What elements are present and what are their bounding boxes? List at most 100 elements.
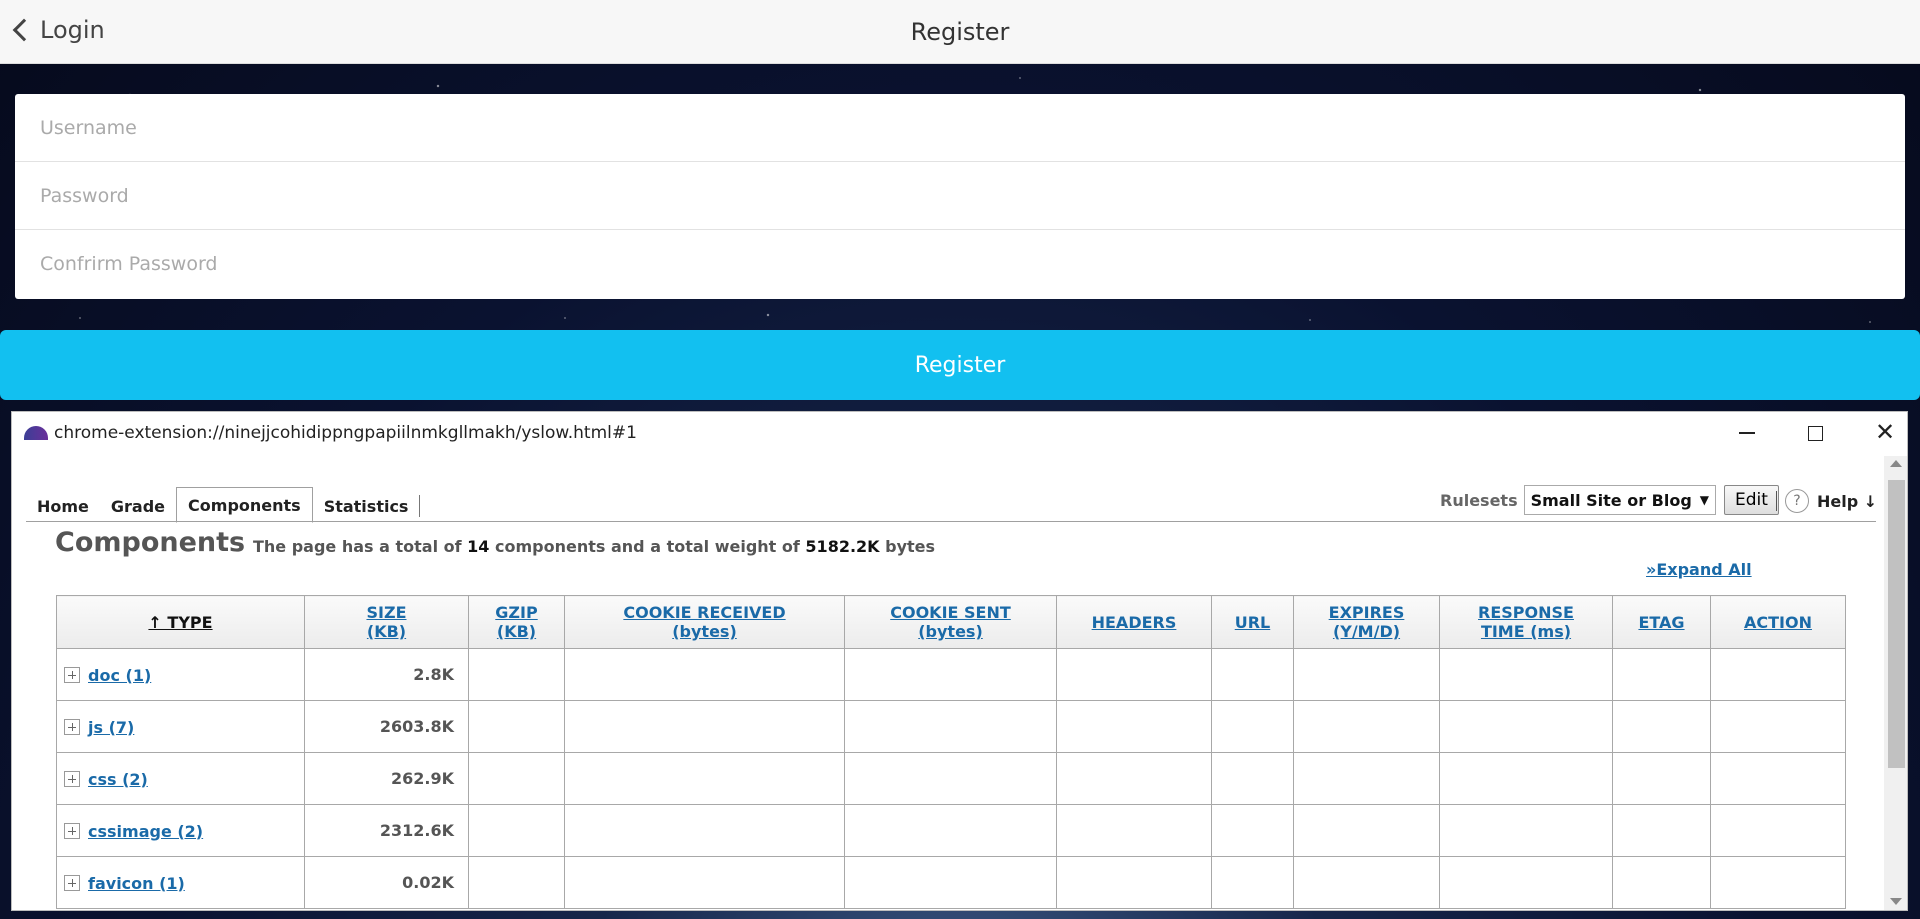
confirm-password-row [15, 230, 1905, 298]
empty-cell [564, 804, 845, 857]
type-link[interactable]: favicon (1) [88, 874, 185, 893]
empty-cell [1056, 700, 1212, 753]
type-cell: css (2) [56, 752, 305, 805]
page-title: Register [910, 18, 1010, 46]
empty-cell [1439, 856, 1613, 909]
empty-cell [1211, 700, 1294, 753]
tab-statistics[interactable]: Statistics [313, 495, 421, 517]
empty-cell [468, 752, 565, 805]
expand-plus-icon[interactable] [64, 667, 80, 683]
summary-count: 14 [467, 537, 490, 556]
empty-cell [1211, 648, 1294, 701]
col-expires[interactable]: EXPIRES (Y/M/D) [1293, 595, 1440, 649]
empty-cell [1439, 752, 1613, 805]
empty-cell [1293, 700, 1440, 753]
empty-cell [468, 804, 565, 857]
col-gzip[interactable]: GZIP (KB) [468, 595, 565, 649]
col-etag[interactable]: ETAG [1612, 595, 1711, 649]
nav-bar: Login Register [0, 0, 1920, 64]
empty-cell [1612, 804, 1711, 857]
empty-cell [564, 752, 845, 805]
yslow-logo-icon [24, 426, 48, 440]
summary-prefix: The page has a total of [253, 537, 462, 556]
empty-cell [1056, 856, 1212, 909]
expand-all-link[interactable]: »Expand All [1646, 560, 1752, 579]
help-link[interactable]: Help ↓ [1817, 492, 1877, 511]
ruleset-select[interactable]: Small Site or Blog ▼ [1523, 485, 1717, 515]
help-divider [1776, 491, 1777, 511]
table-row: favicon (1) 0.02K [56, 856, 1846, 909]
expand-plus-icon[interactable] [64, 875, 80, 891]
col-response-time[interactable]: RESPONSE TIME (ms) [1439, 595, 1613, 649]
tab-grade[interactable]: Grade [100, 490, 176, 522]
empty-cell [1710, 856, 1846, 909]
empty-cell [844, 752, 1057, 805]
scroll-up-icon[interactable] [1890, 460, 1902, 467]
help-area: ? Help ↓ [1776, 486, 1877, 516]
question-icon[interactable]: ? [1785, 489, 1809, 513]
close-icon: ✕ [1874, 419, 1896, 446]
size-cell: 2603.8K [304, 700, 469, 753]
ruleset-selected: Small Site or Blog [1530, 490, 1692, 510]
edit-button[interactable]: Edit [1724, 485, 1779, 515]
empty-cell [844, 856, 1057, 909]
empty-cell [1211, 804, 1294, 857]
type-link[interactable]: cssimage (2) [88, 822, 203, 841]
col-headers[interactable]: HEADERS [1056, 595, 1212, 649]
username-row [15, 94, 1905, 162]
empty-cell [1293, 648, 1440, 701]
minimize-icon [1739, 432, 1755, 434]
type-cell: cssimage (2) [56, 804, 305, 857]
col-action[interactable]: ACTION [1710, 595, 1846, 649]
register-button[interactable]: Register [0, 330, 1920, 400]
expand-plus-icon[interactable] [64, 771, 80, 787]
summary-suffix: bytes [885, 537, 936, 556]
expand-plus-icon[interactable] [64, 823, 80, 839]
empty-cell [1056, 648, 1212, 701]
expand-plus-icon[interactable] [64, 719, 80, 735]
summary-middle: components and a total weight of [495, 537, 800, 556]
table-row: css (2) 262.9K [56, 752, 1846, 805]
tab-components[interactable]: Components [176, 487, 313, 523]
summary-weight: 5182.2K [805, 537, 880, 556]
empty-cell [1612, 648, 1711, 701]
type-link[interactable]: doc (1) [88, 666, 151, 685]
col-size[interactable]: SIZE (KB) [304, 595, 469, 649]
type-cell: favicon (1) [56, 856, 305, 909]
empty-cell [1293, 804, 1440, 857]
username-input[interactable] [40, 116, 1905, 139]
scroll-down-icon[interactable] [1890, 898, 1902, 905]
type-link[interactable]: css (2) [88, 770, 148, 789]
empty-cell [1710, 700, 1846, 753]
scroll-thumb[interactable] [1888, 480, 1905, 768]
col-url[interactable]: URL [1211, 595, 1294, 649]
empty-cell [564, 856, 845, 909]
empty-cell [1439, 700, 1613, 753]
type-link[interactable]: js (7) [88, 718, 134, 737]
col-type[interactable]: ↑ TYPE [56, 595, 305, 649]
maximize-button[interactable] [1780, 412, 1850, 454]
empty-cell [844, 804, 1057, 857]
confirm-password-input[interactable] [40, 253, 1905, 275]
empty-cell [1439, 648, 1613, 701]
password-input[interactable] [40, 184, 1905, 207]
empty-cell [1211, 856, 1294, 909]
empty-cell [844, 648, 1057, 701]
empty-cell [844, 700, 1057, 753]
size-cell: 2312.6K [304, 804, 469, 857]
close-button[interactable]: ✕ [1850, 412, 1907, 454]
ruleset-controls: Rulesets Small Site or Blog ▼ Edit [1440, 485, 1779, 515]
scrollbar[interactable] [1884, 456, 1907, 910]
size-cell: 2.8K [304, 648, 469, 701]
table-row: js (7) 2603.8K [56, 700, 1846, 753]
type-cell: js (7) [56, 700, 305, 753]
tab-home[interactable]: Home [26, 490, 100, 522]
col-cookie-sent[interactable]: COOKIE SENT (bytes) [844, 595, 1057, 649]
minimize-button[interactable] [1712, 412, 1782, 454]
empty-cell [1710, 804, 1846, 857]
maximize-icon [1807, 425, 1823, 441]
rulesets-label: Rulesets [1440, 490, 1518, 510]
components-summary: The page has a total of 14 components an… [253, 537, 935, 556]
size-cell: 0.02K [304, 856, 469, 909]
col-cookie-received[interactable]: COOKIE RECEIVED (bytes) [564, 595, 845, 649]
